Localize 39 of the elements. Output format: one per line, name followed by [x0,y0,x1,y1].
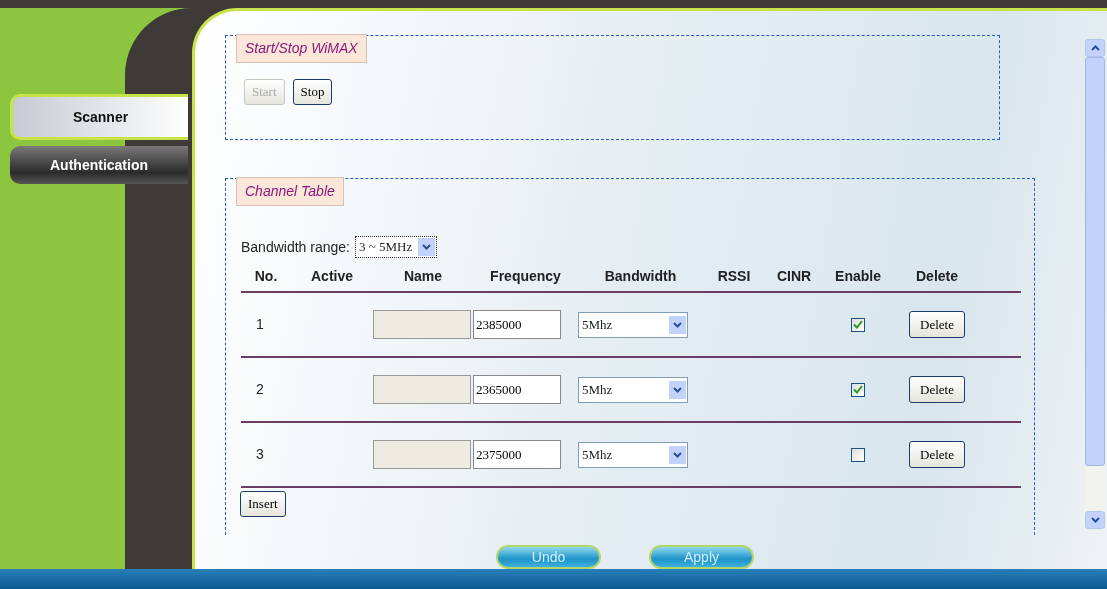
column-header: RSSI [717,268,751,285]
frequency-field[interactable]: 2375000 [473,440,561,470]
bandwidth-range-select[interactable]: 3 ~ 5MHz [354,236,438,259]
scroll-up-icon[interactable] [1085,39,1105,57]
enable-checkbox[interactable] [851,317,865,332]
sidebar-tab[interactable]: Authentication [10,146,188,184]
sidebar-tab[interactable]: Scanner [10,94,188,140]
name-field[interactable] [373,440,471,470]
frequency-field[interactable]: 2385000 [473,310,561,340]
column-header: Frequency [490,268,561,285]
frequency-field[interactable]: 2365000 [473,375,561,405]
bandwidth-select[interactable]: 5Mhz [578,376,688,403]
row-number: 2 [256,380,264,400]
column-header: CINR [776,268,812,285]
bandwidth-select[interactable]: 5Mhz [578,441,688,468]
scrollbar[interactable] [1085,39,1105,529]
scroll-thumb[interactable] [1085,57,1105,466]
wimax-button[interactable]: Stop [292,79,333,105]
delete-button[interactable]: Delete [909,375,965,404]
column-header: Active [311,268,353,285]
column-header: Bandwidth [604,268,677,285]
column-header: Delete [916,268,958,285]
enable-checkbox[interactable] [851,447,865,462]
column-header: No. [254,268,278,285]
row-number: 1 [256,315,264,335]
enable-checkbox[interactable] [851,382,865,397]
row-number: 3 [256,445,264,465]
group-legend: Start/Stop WiMAX [236,34,367,63]
column-header: Name [403,268,443,285]
bandwidth-range-label: Bandwidth range: [241,237,350,257]
name-field[interactable] [373,310,471,340]
delete-button[interactable]: Delete [909,310,965,339]
group-legend: Channel Table [236,177,344,207]
scroll-down-icon[interactable] [1085,511,1105,529]
insert-button[interactable]: Insert [240,491,286,517]
delete-button[interactable]: Delete [909,440,965,469]
name-field[interactable] [373,375,471,405]
bandwidth-select[interactable]: 5Mhz [578,311,688,338]
column-header: Enable [835,268,881,285]
